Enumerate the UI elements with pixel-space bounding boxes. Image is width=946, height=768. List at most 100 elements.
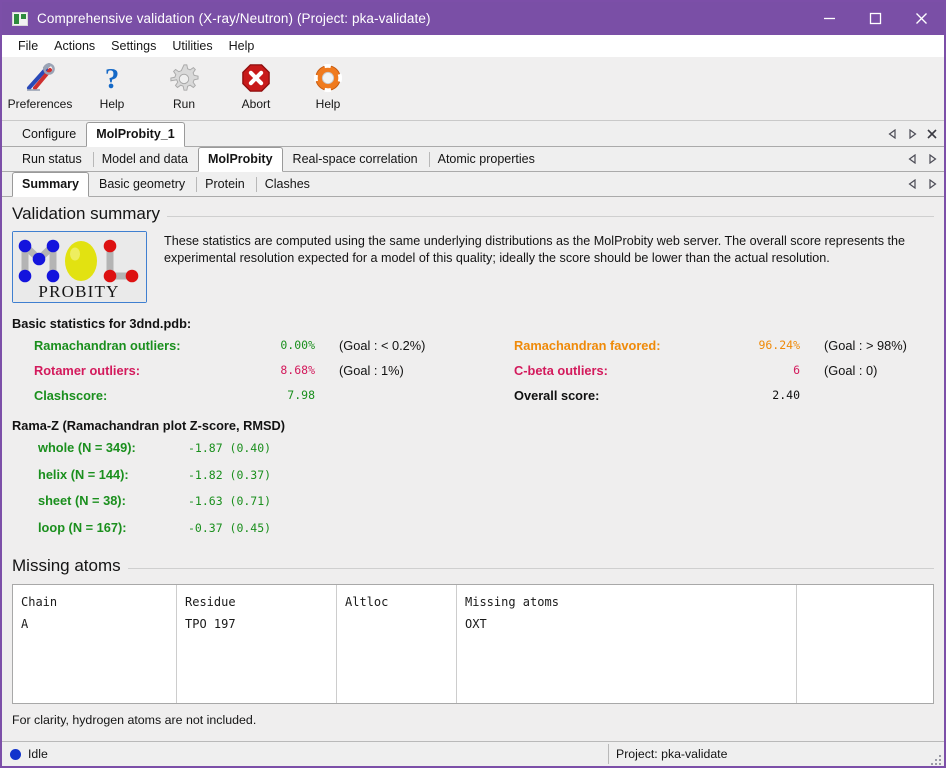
stat-value-c-beta-outliers: 6 bbox=[729, 358, 824, 383]
toolbar-run-button[interactable]: Run bbox=[148, 57, 220, 119]
rama-z-grid: whole (N = 349): -1.87 (0.40) helix (N =… bbox=[38, 435, 934, 541]
close-tab-icon[interactable] bbox=[924, 125, 940, 143]
stat-value-ramachandran-outliers: 0.00% bbox=[244, 333, 339, 358]
next-arrow-icon[interactable] bbox=[904, 125, 920, 143]
next-arrow-icon[interactable] bbox=[924, 150, 940, 168]
tools-icon bbox=[23, 61, 57, 95]
window-controls bbox=[806, 2, 944, 35]
tab-configure[interactable]: Configure bbox=[12, 122, 86, 146]
app-window-icon bbox=[12, 12, 28, 26]
intro-row: PROBITY These statistics are computed us… bbox=[12, 231, 934, 303]
stat-value-rotamer-outliers: 8.68% bbox=[244, 358, 339, 383]
prev-arrow-icon[interactable] bbox=[904, 175, 920, 193]
toolbar-help2-button[interactable]: Help bbox=[292, 57, 364, 119]
missing-atoms-footnote: For clarity, hydrogen atoms are not incl… bbox=[12, 713, 934, 727]
title-bar: Comprehensive validation (X-ray/Neutron)… bbox=[2, 2, 944, 35]
stat-goal-rotamer-outliers: (Goal : 1%) bbox=[339, 358, 514, 383]
toolbar-preferences-label: Preferences bbox=[8, 97, 73, 111]
question-mark-icon: ? bbox=[95, 61, 129, 95]
rama-z-label-sheet: sheet (N = 38): bbox=[38, 488, 188, 515]
menu-utilities[interactable]: Utilities bbox=[164, 37, 220, 55]
stat-value-ramachandran-favored: 96.24% bbox=[729, 333, 824, 358]
table-cell-chain: A bbox=[21, 613, 176, 635]
tab-real-space-correlation[interactable]: Real-space correlation bbox=[283, 147, 428, 171]
prev-arrow-icon[interactable] bbox=[884, 125, 900, 143]
status-divider bbox=[608, 744, 609, 764]
life-ring-icon bbox=[311, 61, 345, 95]
rama-z-label-whole: whole (N = 349): bbox=[38, 435, 188, 462]
stat-label-c-beta-outliers: C-beta outliers: bbox=[514, 358, 729, 383]
stat-goal-ramachandran-favored: (Goal : > 98%) bbox=[824, 333, 934, 358]
stat-label-rotamer-outliers: Rotamer outliers: bbox=[34, 358, 244, 383]
rama-z-value-helix: -1.82 (0.37) bbox=[188, 462, 934, 489]
table-cell-residue: TPO 197 bbox=[185, 613, 336, 635]
tab-row-tertiary-nav bbox=[904, 172, 940, 196]
toolbar-abort-button[interactable]: Abort bbox=[220, 57, 292, 119]
tab-atomic-properties[interactable]: Atomic properties bbox=[428, 147, 545, 171]
maximize-icon[interactable] bbox=[852, 2, 898, 35]
window-title: Comprehensive validation (X-ray/Neutron)… bbox=[37, 11, 431, 26]
tab-row-primary-nav bbox=[884, 121, 940, 146]
rama-z-label-loop: loop (N = 167): bbox=[38, 515, 188, 542]
tab-protein[interactable]: Protein bbox=[195, 172, 255, 196]
stat-value-overall-score: 2.40 bbox=[729, 383, 824, 408]
group-divider bbox=[12, 568, 934, 569]
gear-icon bbox=[167, 61, 201, 95]
missing-atoms-title: Missing atoms bbox=[12, 555, 128, 577]
rama-z-value-loop: -0.37 (0.45) bbox=[188, 515, 934, 542]
menu-file[interactable]: File bbox=[10, 37, 46, 55]
basic-statistics-heading: Basic statistics for 3dnd.pdb: bbox=[12, 316, 934, 331]
toolbar: Preferences ? Help Run bbox=[2, 57, 944, 121]
stop-x-icon bbox=[239, 61, 273, 95]
svg-text:?: ? bbox=[105, 63, 120, 93]
tab-basic-geometry[interactable]: Basic geometry bbox=[89, 172, 195, 196]
table-header-missing-atoms: Missing atoms bbox=[465, 591, 796, 613]
stat-label-overall-score: Overall score: bbox=[514, 383, 729, 408]
menu-help[interactable]: Help bbox=[221, 37, 263, 55]
rama-z-value-sheet: -1.63 (0.71) bbox=[188, 488, 934, 515]
close-icon[interactable] bbox=[898, 2, 944, 35]
toolbar-help-button[interactable]: ? Help bbox=[76, 57, 148, 119]
prev-arrow-icon[interactable] bbox=[904, 150, 920, 168]
menu-actions[interactable]: Actions bbox=[46, 37, 103, 55]
summary-panel: Validation summary bbox=[2, 197, 944, 741]
tab-clashes[interactable]: Clashes bbox=[255, 172, 320, 196]
missing-atoms-table[interactable]: Chain A Residue TPO 197 Altloc Missing a… bbox=[12, 584, 934, 704]
rama-z-label-helix: helix (N = 144): bbox=[38, 462, 188, 489]
status-text: Idle bbox=[28, 747, 48, 761]
application-window: Comprehensive validation (X-ray/Neutron)… bbox=[0, 0, 946, 768]
stat-goal-c-beta-outliers: (Goal : 0) bbox=[824, 358, 934, 383]
tab-row-tertiary: Summary Basic geometry Protein Clashes bbox=[2, 172, 944, 197]
stat-label-ramachandran-favored: Ramachandran favored: bbox=[514, 333, 729, 358]
next-arrow-icon[interactable] bbox=[924, 175, 940, 193]
toolbar-preferences-button[interactable]: Preferences bbox=[4, 57, 76, 119]
tab-row-primary: Configure MolProbity_1 bbox=[2, 121, 944, 147]
basic-statistics-grid: Ramachandran outliers: 0.00% (Goal : < 0… bbox=[34, 333, 934, 408]
tab-molprobity[interactable]: MolProbity bbox=[198, 147, 283, 172]
toolbar-help-label: Help bbox=[100, 97, 125, 111]
validation-summary-title: Validation summary bbox=[12, 203, 167, 225]
status-project-label: Project: pka-validate bbox=[616, 747, 727, 761]
minimize-icon[interactable] bbox=[806, 2, 852, 35]
tab-model-and-data[interactable]: Model and data bbox=[92, 147, 198, 171]
table-column-missing-atoms: Missing atoms OXT bbox=[457, 585, 797, 703]
table-column-residue: Residue TPO 197 bbox=[177, 585, 337, 703]
status-bar: Idle Project: pka-validate bbox=[2, 741, 944, 766]
summary-description: These statistics are computed using the … bbox=[164, 233, 929, 267]
resize-grip-icon[interactable] bbox=[930, 753, 942, 765]
menu-settings[interactable]: Settings bbox=[103, 37, 164, 55]
stat-value-clashscore: 7.98 bbox=[244, 383, 339, 408]
table-column-altloc: Altloc bbox=[337, 585, 457, 703]
validation-summary-group: Validation summary bbox=[12, 203, 934, 225]
stat-label-ramachandran-outliers: Ramachandran outliers: bbox=[34, 333, 244, 358]
table-column-chain: Chain A bbox=[13, 585, 177, 703]
menu-bar: File Actions Settings Utilities Help bbox=[2, 35, 944, 57]
toolbar-abort-label: Abort bbox=[242, 97, 271, 111]
tab-summary[interactable]: Summary bbox=[12, 172, 89, 197]
tab-molprobity-1[interactable]: MolProbity_1 bbox=[86, 122, 185, 147]
rama-z-heading: Rama-Z (Ramachandran plot Z-score, RMSD) bbox=[12, 418, 934, 433]
tab-row-secondary-nav bbox=[904, 147, 940, 171]
stat-label-clashscore: Clashscore: bbox=[34, 383, 244, 408]
status-indicator-icon bbox=[10, 749, 21, 760]
tab-run-status[interactable]: Run status bbox=[12, 147, 92, 171]
